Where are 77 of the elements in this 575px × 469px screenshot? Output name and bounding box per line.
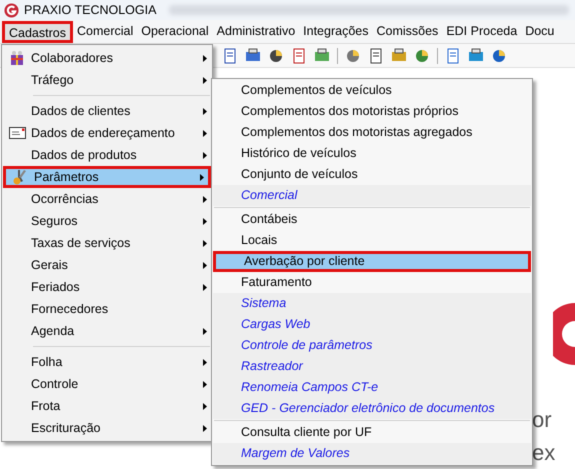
submenu-arrow-icon xyxy=(203,402,207,410)
menu-item[interactable]: Dados de endereçamento xyxy=(3,122,211,144)
menu-item[interactable]: Controle de parâmetros xyxy=(213,335,531,356)
submenu-arrow-icon xyxy=(203,240,207,246)
menu-item[interactable]: Folha xyxy=(3,351,211,373)
menu-item[interactable]: Renomeia Campos CT-e xyxy=(213,377,531,398)
menu-bar-item[interactable]: Comercial xyxy=(72,20,138,42)
menu-item[interactable]: Ocorrências xyxy=(3,188,211,210)
menu-bar-item[interactable]: Operacional xyxy=(137,20,213,42)
menu-item[interactable]: Controle xyxy=(3,373,211,395)
toolbar-icon[interactable] xyxy=(468,48,484,64)
logo-fragment-icon xyxy=(553,303,575,365)
menu-item[interactable]: Contábeis xyxy=(213,209,531,230)
menu-bar-item[interactable]: Cadastros xyxy=(2,20,73,42)
menu-item[interactable]: Margem de Valores xyxy=(213,443,531,464)
submenu-arrow-icon xyxy=(200,174,204,180)
menu-item[interactable]: Histórico de veículos xyxy=(213,143,531,164)
menu-item[interactable]: Escrituração xyxy=(3,417,211,439)
toolbar-icon[interactable] xyxy=(345,48,361,64)
menu-item[interactable]: Comercial xyxy=(213,185,531,206)
menu-item[interactable]: Dados de produtos xyxy=(3,144,211,166)
submenu-arrow-icon xyxy=(203,358,207,366)
menu-item[interactable]: Consulta cliente por UF xyxy=(213,422,531,443)
menu-item[interactable]: Gerais xyxy=(3,254,211,276)
submenu-arrow-icon xyxy=(203,380,207,388)
toolbar-icon[interactable] xyxy=(368,48,384,64)
menu-item[interactable]: Complementos dos motoristas próprios xyxy=(213,101,531,122)
tools-icon xyxy=(12,169,28,185)
submenu-arrow-icon xyxy=(203,328,207,334)
menu-bar-item[interactable]: Comissões xyxy=(372,20,442,42)
toolbar-icon[interactable] xyxy=(245,48,261,64)
gift-icon xyxy=(9,50,25,66)
menu-item[interactable]: Agenda xyxy=(3,320,211,342)
submenu-arrow-icon xyxy=(203,284,207,290)
toolbar-icon[interactable] xyxy=(491,48,507,64)
app-logo-icon xyxy=(4,2,19,18)
submenu-arrow-icon xyxy=(203,108,207,114)
background-text: or ex xyxy=(532,406,556,467)
toolbar-icon[interactable] xyxy=(291,48,307,64)
toolbar-icon[interactable] xyxy=(445,48,461,64)
menu-item[interactable]: Rastreador xyxy=(213,356,531,377)
submenu-arrow-icon xyxy=(203,424,207,432)
menu-item[interactable]: Complementos dos motoristas agregados xyxy=(213,122,531,143)
menu-item[interactable]: Locais xyxy=(213,230,531,251)
menu-bar-item[interactable]: Administrativo xyxy=(212,20,300,42)
submenu-arrow-icon xyxy=(203,218,207,224)
submenu-arrow-icon xyxy=(203,262,207,268)
menu-bar-item[interactable]: EDI Proceda xyxy=(442,20,522,42)
menu-item[interactable]: Seguros xyxy=(3,210,211,232)
menu-item[interactable]: Dados de clientes xyxy=(3,100,211,122)
menu-bar-item[interactable]: Integrações xyxy=(299,20,372,42)
menu-item[interactable]: Averbação por cliente xyxy=(213,251,531,272)
envelope-icon xyxy=(8,127,26,139)
menu-item[interactable]: Frota xyxy=(3,395,211,417)
submenu-arrow-icon xyxy=(203,152,207,158)
submenu-arrow-icon xyxy=(203,130,207,136)
toolbar-icon[interactable] xyxy=(222,48,238,64)
menu-item[interactable]: Sistema xyxy=(213,293,531,314)
submenu-arrow-icon xyxy=(203,54,207,62)
menu-item[interactable]: Complementos de veículos xyxy=(213,80,531,101)
menu-item[interactable]: GED - Gerenciador eletrônico de documentos xyxy=(213,398,531,419)
menu-item[interactable]: Faturamento xyxy=(213,272,531,293)
menu-item[interactable]: Tráfego xyxy=(3,69,211,91)
menu-item[interactable]: Feriados xyxy=(3,276,211,298)
menu-item[interactable]: Conjunto de veículos xyxy=(213,164,531,185)
toolbar-icon[interactable] xyxy=(414,48,430,64)
window-title: PRAXIO TECNOLOGIA xyxy=(24,2,156,19)
menu-item[interactable]: Taxas de serviços xyxy=(3,232,211,254)
submenu-arrow-icon xyxy=(203,76,207,84)
toolbar-icon[interactable] xyxy=(314,48,330,64)
menu-item[interactable]: Parâmetros xyxy=(3,166,211,188)
menu-bar-item[interactable]: Docu xyxy=(521,20,558,42)
toolbar-icon[interactable] xyxy=(391,48,407,64)
toolbar-icon[interactable] xyxy=(268,48,284,64)
submenu-arrow-icon xyxy=(203,196,207,202)
menu-item[interactable]: Cargas Web xyxy=(213,314,531,335)
menu-item[interactable]: Fornecedores xyxy=(3,298,211,320)
